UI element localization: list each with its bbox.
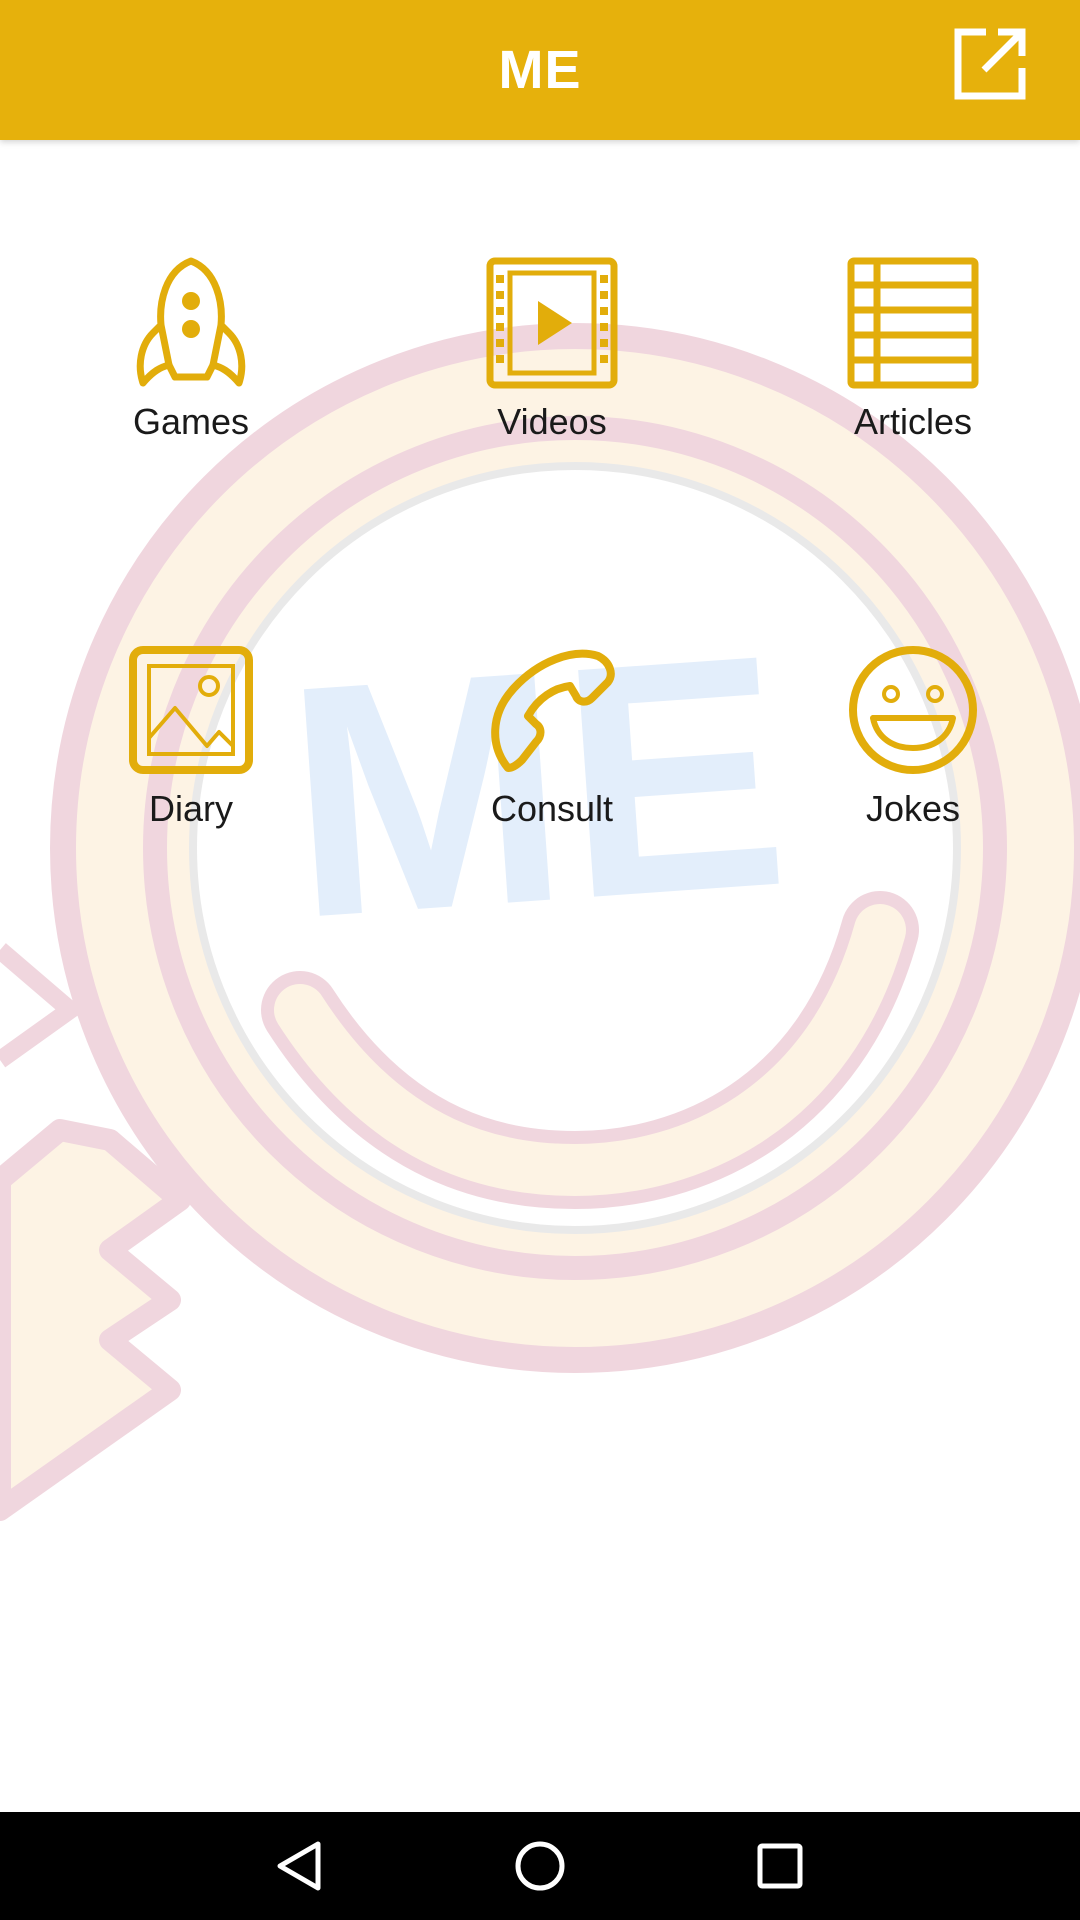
menu-item-label: Diary	[148, 788, 233, 829]
page-title: ME	[498, 40, 582, 100]
menu-item-label: Consult	[490, 788, 614, 829]
menu-grid: Games Videos Articles Diary Consult Joke…	[0, 140, 1080, 1812]
menu-item-jokes[interactable]: Jokes	[783, 642, 1043, 882]
list-lines-icon	[845, 255, 981, 391]
menu-item-consult[interactable]: Consult	[422, 642, 682, 882]
back-triangle-icon	[277, 1841, 321, 1891]
rocket-icon	[123, 255, 259, 391]
menu-item-videos[interactable]: Videos	[422, 255, 682, 495]
recents-square-icon	[757, 1843, 803, 1889]
menu-item-games[interactable]: Games	[61, 255, 321, 495]
image-icon	[123, 642, 259, 778]
system-nav-bar	[0, 1812, 1080, 1920]
menu-item-label: Articles	[853, 401, 973, 442]
app-header: ME	[0, 0, 1080, 140]
menu-item-articles[interactable]: Articles	[783, 255, 1043, 495]
video-film-icon	[484, 255, 620, 391]
smiley-icon	[845, 642, 981, 778]
home-circle-icon	[515, 1841, 565, 1891]
menu-item-label: Videos	[497, 401, 607, 442]
menu-item-diary[interactable]: Diary	[61, 642, 321, 882]
menu-item-label: Jokes	[865, 788, 961, 829]
nav-back-button[interactable]	[270, 1836, 330, 1896]
nav-home-button[interactable]	[510, 1836, 570, 1896]
open-in-new-icon	[954, 28, 1026, 100]
nav-recents-button[interactable]	[750, 1836, 810, 1896]
share-button[interactable]	[950, 24, 1030, 104]
phone-icon	[484, 642, 620, 778]
menu-item-label: Games	[132, 401, 250, 442]
